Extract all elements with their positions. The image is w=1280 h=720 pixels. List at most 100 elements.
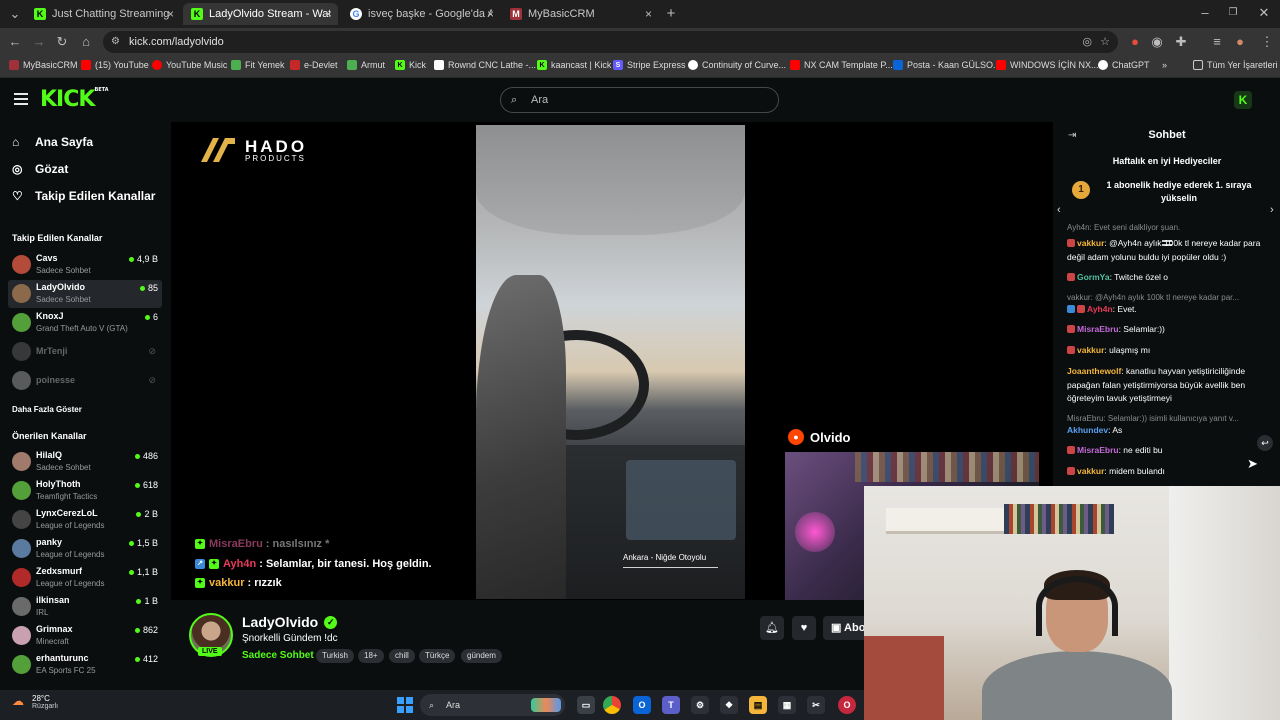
bookmark-star-icon[interactable]: ☆	[1100, 31, 1110, 53]
forward-icon[interactable]: →	[30, 33, 48, 51]
bookmark-item[interactable]: S Stripe Express	[613, 60, 686, 70]
url-input[interactable]: ⚙ kick.com/ladyolvido ◎ ☆	[103, 31, 1118, 53]
window-close-icon[interactable]: ✕	[1255, 4, 1273, 22]
close-icon[interactable]: ×	[487, 7, 494, 21]
user-avatar[interactable]: K	[1234, 91, 1252, 109]
tab-just-chatting[interactable]: K Just Chatting Streaming - Live S ×	[26, 3, 180, 25]
home-icon[interactable]: ⌂	[77, 33, 95, 51]
bookmark-item[interactable]: Rownd CNC Lathe -...	[434, 60, 536, 70]
menu-icon[interactable]	[14, 93, 28, 105]
close-icon[interactable]: ×	[645, 7, 652, 21]
bookmark-item[interactable]: Continuity of Curve...	[688, 60, 786, 70]
chrome-icon[interactable]	[603, 696, 621, 714]
stream-tag[interactable]: gündem	[461, 649, 502, 663]
chevron-right-icon[interactable]: ›	[1270, 204, 1274, 216]
channel-item-mrtenji[interactable]: MrTenji ⊘	[8, 338, 162, 366]
bookmark-item[interactable]: MyBasicCRM	[9, 60, 78, 70]
channel-item-poinesse[interactable]: poinesse ⊘	[8, 367, 162, 395]
channel-item-grimnax[interactable]: Grimnax Minecraft 862	[8, 622, 162, 650]
stream-category-link[interactable]: Sadece Sohbet	[242, 650, 314, 661]
site-info-icon[interactable]: ⚙	[111, 31, 120, 53]
tab-google-search[interactable]: G isveç başke - Google'da Ara ×	[342, 3, 500, 25]
chat-username[interactable]: GormYa	[1077, 272, 1110, 282]
channel-item-holythoth[interactable]: HolyThoth Teamfight Tactics 618	[8, 477, 162, 505]
all-bookmarks-folder[interactable]: Tüm Yer İşaretleri	[1193, 60, 1278, 70]
tab-mybasiccrm[interactable]: M MyBasicCRM ×	[502, 3, 658, 25]
minimize-icon[interactable]: –	[1196, 4, 1214, 22]
bookmark-item[interactable]: K Kick	[395, 60, 426, 70]
nav-browse[interactable]: ◎ Gözat	[12, 162, 68, 176]
more-bookmarks-icon[interactable]: »	[1162, 60, 1167, 70]
chat-username[interactable]: MisraEbru	[1077, 445, 1119, 455]
start-button[interactable]	[397, 697, 413, 713]
chat-username[interactable]: vakkur	[1077, 238, 1104, 248]
extension-red-icon[interactable]: ●	[1126, 33, 1144, 51]
channel-item-lynxcerezlol[interactable]: LynxCerezLoL League of Legends 2 B	[8, 506, 162, 534]
chat-username[interactable]: vakkur	[1077, 345, 1104, 355]
tab-search-icon[interactable]: ⌄	[6, 5, 24, 23]
notification-bell-button[interactable]: 🔔︎	[760, 616, 784, 640]
settings-gear-icon[interactable]: ⚙	[691, 696, 709, 714]
back-icon[interactable]: ←	[6, 33, 24, 51]
task-view-icon[interactable]: ▭	[577, 696, 595, 714]
close-icon[interactable]: ×	[167, 7, 174, 21]
file-explorer-icon[interactable]: ▤	[749, 696, 767, 714]
teams-icon[interactable]: T	[662, 696, 680, 714]
media-queue-icon[interactable]: ≡	[1208, 33, 1226, 51]
bookmark-item[interactable]: WINDOWS İÇİN NX...	[996, 60, 1099, 70]
app-icon[interactable]: ❖	[720, 696, 738, 714]
taskbar-search[interactable]: ⌕ Ara	[420, 694, 565, 716]
profile-avatar-icon[interactable]: ●	[1231, 33, 1249, 51]
new-tab-button[interactable]: +	[662, 5, 680, 23]
channel-item-ilkinsan[interactable]: ilkinsan IRL 1 B	[8, 593, 162, 621]
channel-item-ladyolvido[interactable]: LadyOlvido Sadece Sohbet 85	[8, 280, 162, 308]
bookmark-item[interactable]: Fit Yemek	[231, 60, 285, 70]
nav-following[interactable]: ♡ Takip Edilen Kanallar	[12, 189, 155, 203]
chat-username[interactable]: MisraEbru	[1077, 324, 1119, 334]
channel-item-cavs[interactable]: Cavs Sadece Sohbet 4,9 B	[8, 251, 162, 279]
stream-tag[interactable]: Türkçe	[419, 649, 456, 663]
streamer-name[interactable]: LadyOlvido ✓	[242, 614, 338, 630]
opera-icon[interactable]: O	[838, 696, 856, 714]
follow-heart-button[interactable]: ♥	[792, 616, 816, 640]
channel-item-zedxsmurf[interactable]: Zedxsmurf League of Legends 1,1 B	[8, 564, 162, 592]
weather-widget[interactable]: ☁ 28°C Rüzgarlı	[12, 694, 58, 710]
close-icon[interactable]: ×	[325, 7, 332, 21]
stream-tag[interactable]: chill	[389, 649, 415, 663]
chat-username[interactable]: vakkur	[1077, 466, 1104, 476]
snipping-tool-icon[interactable]: ✂	[807, 696, 825, 714]
show-more-link[interactable]: Daha Fazla Göster	[12, 405, 82, 414]
nav-home[interactable]: ⌂ Ana Sayfa	[12, 135, 93, 149]
channel-item-erhanturunc[interactable]: erhanturunc EA Sports FC 25 412	[8, 651, 162, 679]
chat-username[interactable]: Akhundev	[1067, 425, 1108, 435]
extension-circle-icon[interactable]: ◉	[1148, 33, 1166, 51]
calculator-icon[interactable]: ▦	[778, 696, 796, 714]
bookmark-item[interactable]: YouTube Music	[152, 60, 227, 70]
search-input[interactable]: ⌕ Ara	[500, 87, 779, 113]
outlook-icon[interactable]: O	[633, 696, 651, 714]
channel-item-hilalq[interactable]: HilalQ Sadece Sohbet 486	[8, 448, 162, 476]
reload-icon[interactable]: ↻	[53, 33, 71, 51]
extensions-puzzle-icon[interactable]: ✚	[1172, 33, 1190, 51]
tab-ladyolvido[interactable]: K LadyOlvido Stream - Watch Live ×	[183, 3, 338, 25]
eye-off-icon[interactable]: ◎	[1082, 31, 1092, 53]
stream-tag[interactable]: 18+	[358, 649, 384, 663]
scroll-to-bottom-button[interactable]: ↩	[1257, 435, 1273, 451]
bookmark-item[interactable]: Posta - Kaan GÜLSO...	[893, 60, 1001, 70]
bookmark-item[interactable]: Armut	[347, 60, 385, 70]
maximize-icon[interactable]: ❐	[1224, 4, 1242, 22]
channel-item-panky[interactable]: panky League of Legends 1,5 B	[8, 535, 162, 563]
recommended-channels-heading: Önerilen Kanallar	[12, 431, 87, 441]
chat-username[interactable]: Joaanthewolf	[1067, 366, 1121, 376]
stream-tag[interactable]: Turkish	[316, 649, 354, 663]
bookmark-item[interactable]: ChatGPT	[1098, 60, 1150, 70]
channel-item-knoxj[interactable]: KnoxJ Grand Theft Auto V (GTA) 6	[8, 309, 162, 337]
bookmark-item[interactable]: NX CAM Template P...	[790, 60, 893, 70]
browser-menu-icon[interactable]: ⋮	[1258, 33, 1276, 51]
bookmark-item[interactable]: (15) YouTube	[81, 60, 149, 70]
bookmark-item[interactable]: e-Devlet	[290, 60, 338, 70]
bookmark-item[interactable]: Kkaancast | Kick	[537, 60, 611, 70]
chevron-left-icon[interactable]: ‹	[1057, 204, 1061, 216]
kick-logo[interactable]: KICKBETA	[40, 87, 109, 112]
chat-username[interactable]: Ayh4n	[1087, 304, 1113, 314]
